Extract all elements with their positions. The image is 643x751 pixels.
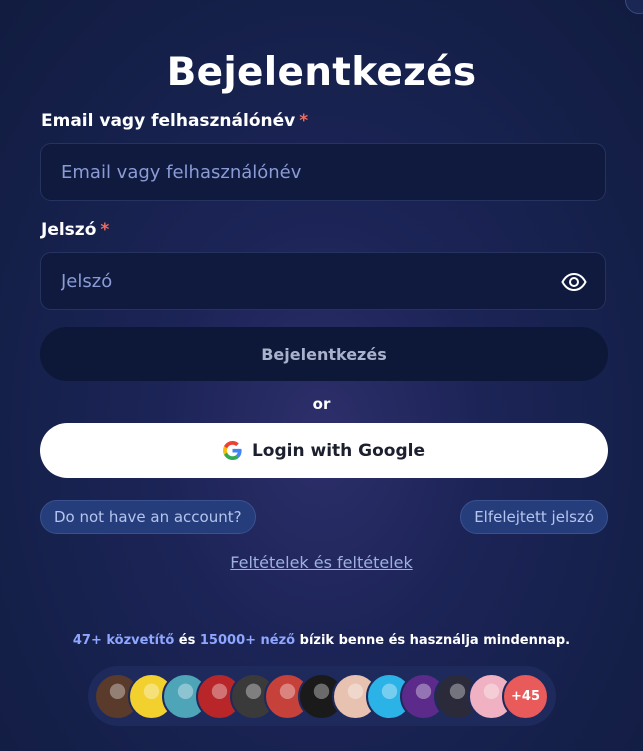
email-field[interactable] [41,144,605,200]
or-divider: or [312,395,331,413]
trust-and: és [174,633,200,648]
viewer-count: 15000+ néző [199,633,296,648]
more-avatars-badge: +45 [502,672,549,720]
close-button[interactable] [625,0,643,14]
password-label-text: Jelszó [41,220,97,240]
login-button[interactable]: Bejelentkezés [40,327,608,381]
email-label: Email vagy felhasználónév * [41,111,308,131]
register-link-button[interactable]: Do not have an account? [40,500,256,534]
terms-link[interactable]: Feltételek és feltételek [230,553,412,572]
required-mark: * [100,220,110,240]
streamer-count: 47+ közvetítő [72,633,175,648]
password-field-wrapper [40,252,606,310]
email-field-wrapper [40,143,606,201]
email-label-text: Email vagy felhasználónév [41,111,296,131]
trust-rest: bízik benne és használja mindennap. [295,633,571,648]
terms-link-wrapper: Feltételek és feltételek [0,553,643,572]
password-field[interactable] [41,253,605,309]
google-login-label: Login with Google [251,440,426,461]
google-login-button[interactable]: Login with Google [40,423,608,478]
avatar-stack: +45 [88,666,556,726]
trust-text: 47+ közvetítő és 15000+ néző bízik benne… [0,633,643,648]
google-logo-icon [222,441,242,460]
eye-icon[interactable] [561,269,587,295]
password-label: Jelszó * [41,220,109,240]
page-title: Bejelentkezés [166,50,477,95]
required-mark: * [299,111,309,131]
forgot-password-button[interactable]: Elfelejtett jelszó [460,500,608,534]
